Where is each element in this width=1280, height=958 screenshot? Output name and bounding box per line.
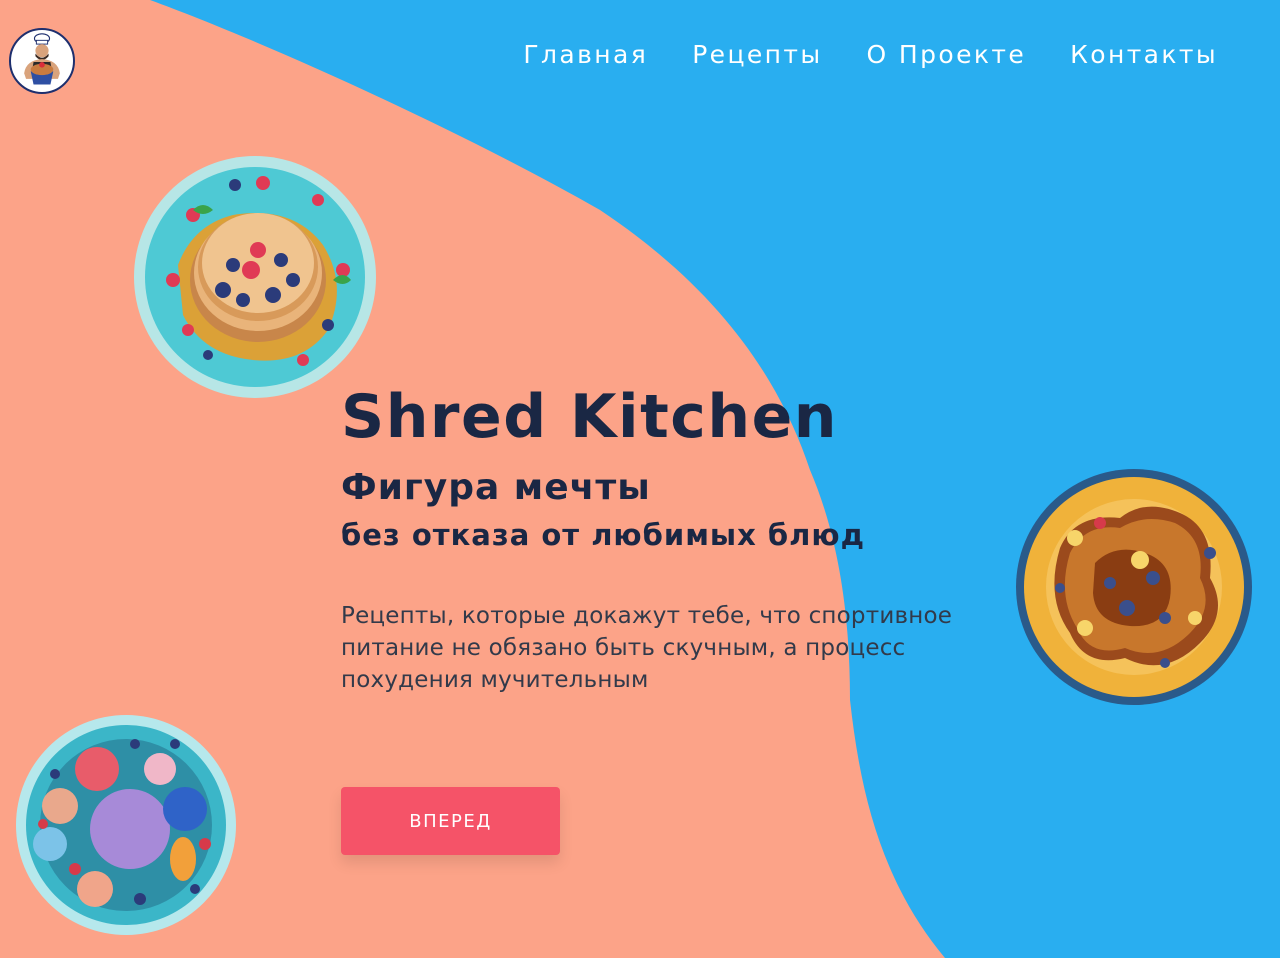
nav-link-home[interactable]: Главная (523, 40, 648, 70)
french-toast-plate-image (1015, 468, 1253, 706)
hero-subtitle-secondary: без отказа от любимых блюд (341, 518, 866, 552)
nav-link-about[interactable]: О Проекте (867, 40, 1027, 70)
forward-button[interactable]: ВПЕРЕД (341, 787, 560, 855)
hero-subtitle: Фигура мечты (341, 467, 651, 508)
hero-title: Shred Kitchen (341, 382, 838, 452)
chef-cupcake-logo-icon[interactable] (9, 28, 75, 94)
pancakes-plate-image (133, 155, 377, 399)
main-nav: Главная Рецепты О Проекте Контакты (523, 40, 1218, 70)
nav-link-contacts[interactable]: Контакты (1070, 40, 1218, 70)
hero-description: Рецепты, которые докажут тебе, что спорт… (341, 603, 953, 693)
ice-cream-plate-image (15, 714, 237, 936)
nav-link-recipes[interactable]: Рецепты (692, 40, 822, 70)
